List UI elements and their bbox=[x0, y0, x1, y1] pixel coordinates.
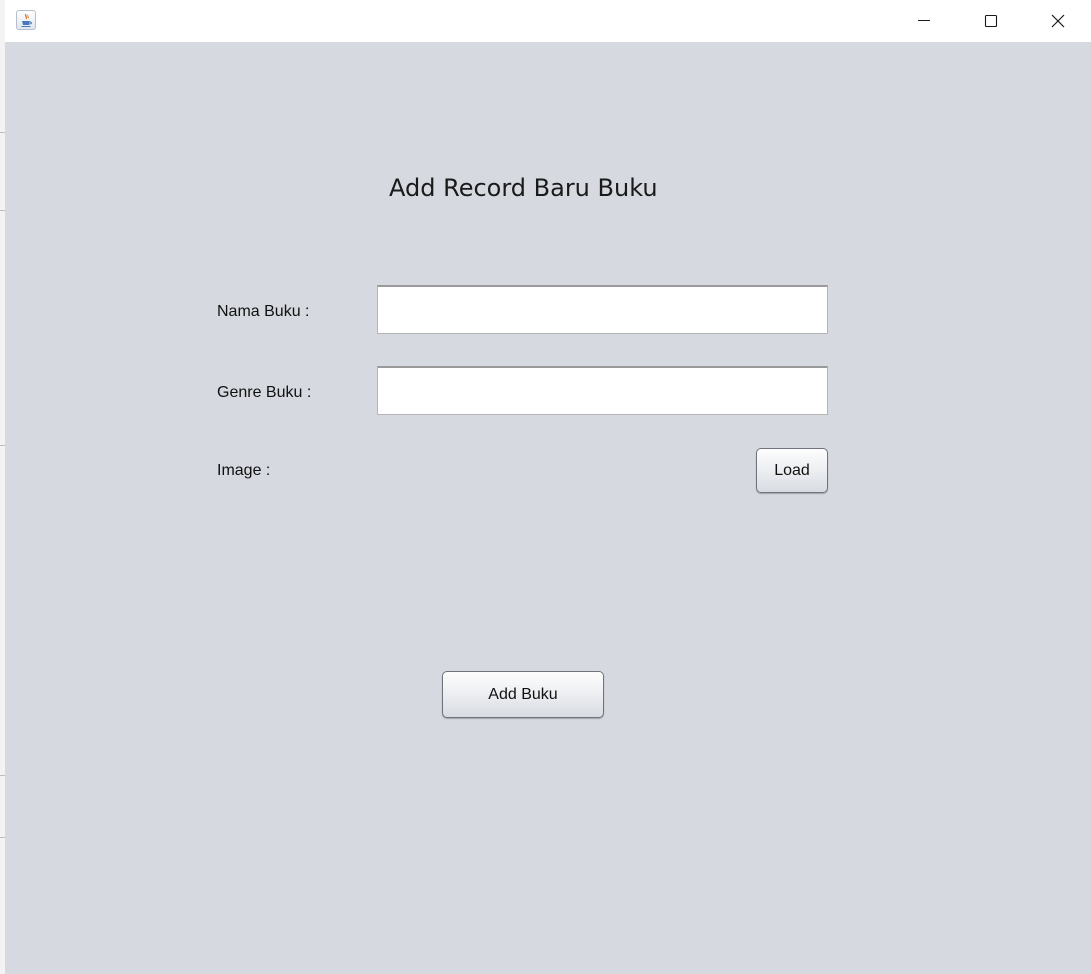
genre-buku-label: Genre Buku : bbox=[217, 384, 312, 401]
minimize-button[interactable] bbox=[890, 0, 958, 42]
title-bar[interactable] bbox=[5, 0, 1091, 42]
close-icon bbox=[1051, 14, 1065, 28]
maximize-button[interactable] bbox=[957, 0, 1025, 42]
page-title: Add Record Baru Buku bbox=[389, 174, 658, 202]
image-label: Image : bbox=[217, 462, 271, 479]
nama-buku-input[interactable] bbox=[377, 285, 828, 334]
nama-buku-label: Nama Buku : bbox=[217, 303, 310, 320]
add-buku-button[interactable]: Add Buku bbox=[442, 671, 604, 718]
close-button[interactable] bbox=[1024, 0, 1091, 42]
java-cup-icon[interactable] bbox=[16, 10, 36, 30]
app-window: Add Record Baru Buku Nama Buku : Genre B… bbox=[5, 0, 1091, 974]
load-image-button[interactable]: Load bbox=[756, 448, 828, 493]
maximize-icon bbox=[984, 14, 998, 28]
form-panel: Add Record Baru Buku Nama Buku : Genre B… bbox=[5, 42, 1091, 974]
genre-buku-input[interactable] bbox=[377, 366, 828, 415]
minimize-icon bbox=[918, 20, 930, 21]
